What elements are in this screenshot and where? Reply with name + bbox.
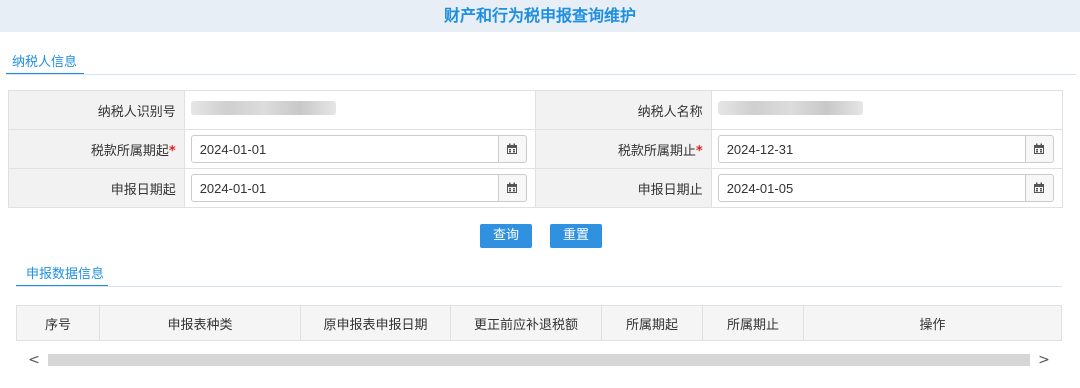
taxpayer-name-value (710, 90, 1064, 130)
reset-button[interactable]: 重置 (550, 224, 603, 248)
col-pre-correction-amount: 更正前应补退税额 (450, 305, 602, 341)
scroll-right-icon[interactable]: > (1036, 352, 1052, 368)
calendar-icon[interactable] (1025, 174, 1054, 202)
declare-date-end-label: 申报日期止 (534, 168, 712, 208)
page-title: 财产和行为税申报查询维护 (0, 0, 1080, 32)
tax-period-end-label: 税款所属期止* (534, 129, 712, 169)
scrollbar-thumb[interactable] (48, 354, 1030, 366)
taxpayer-name-label: 纳税人名称 (534, 90, 712, 130)
taxpayer-id-value (183, 90, 536, 130)
taxpayer-id-label: 纳税人识别号 (8, 90, 185, 130)
required-mark: * (168, 143, 176, 159)
calendar-icon[interactable] (498, 174, 527, 202)
redacted-value (190, 101, 336, 115)
required-mark: * (695, 143, 703, 159)
col-actions: 操作 (803, 305, 1062, 341)
section-divider (6, 74, 1076, 75)
col-form-type: 申报表种类 (99, 305, 301, 341)
query-form: 纳税人识别号 纳税人名称 税款所属期起* 税款所属期止* 申报日期起 (8, 90, 1064, 208)
tax-period-start-input[interactable] (190, 135, 499, 163)
col-index: 序号 (16, 305, 100, 341)
declare-date-end-input[interactable] (717, 174, 1026, 202)
declare-date-start-input[interactable] (190, 174, 499, 202)
declaration-table: 序号 申报表种类 原申报表申报日期 更正前应补退税额 所属期起 所属期止 操作 (16, 305, 1062, 341)
col-original-date: 原申报表申报日期 (300, 305, 451, 341)
query-button[interactable]: 查询 (480, 224, 533, 248)
declare-date-start-label: 申报日期起 (8, 168, 185, 208)
col-period-start: 所属期起 (601, 305, 703, 341)
tab-declaration-data[interactable]: 申报数据信息 (26, 263, 104, 282)
tab-taxpayer-info[interactable]: 纳税人信息 (12, 51, 77, 70)
section-divider (16, 286, 1062, 287)
redacted-value (717, 101, 863, 115)
table-header-row: 序号 申报表种类 原申报表申报日期 更正前应补退税额 所属期起 所属期止 操作 (16, 305, 1062, 341)
calendar-icon[interactable] (498, 135, 527, 163)
scroll-left-icon[interactable]: < (26, 352, 42, 368)
tax-period-start-label: 税款所属期起* (8, 129, 185, 169)
calendar-icon[interactable] (1025, 135, 1054, 163)
horizontal-scrollbar[interactable]: < > (16, 352, 1062, 368)
tax-period-end-input[interactable] (717, 135, 1026, 163)
col-period-end: 所属期止 (702, 305, 804, 341)
